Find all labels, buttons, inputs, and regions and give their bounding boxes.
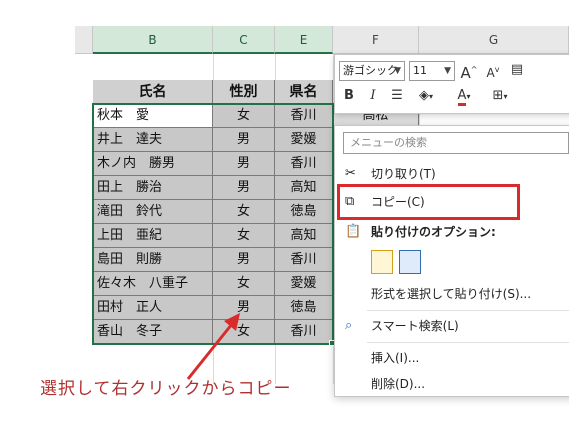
chevron-down-icon: ▼ — [444, 66, 451, 76]
format-painter-icon: ▤ — [510, 62, 524, 77]
align-center-button[interactable]: ☰ — [387, 87, 407, 105]
font-name-value: 游ゴシック — [343, 64, 398, 77]
font-name-select[interactable]: 游ゴシック ▼ — [339, 61, 405, 81]
italic-button[interactable]: I — [363, 87, 383, 105]
menu-divider — [367, 310, 569, 311]
header-gender[interactable]: 性別 — [213, 80, 275, 104]
scissors-icon: ✂ — [345, 166, 356, 181]
fill-color-icon: ◈ — [418, 88, 429, 103]
borders-icon: ⊞ — [492, 88, 504, 103]
annotation-arrow — [186, 313, 240, 380]
column-header-e[interactable]: E — [275, 26, 333, 54]
copy-highlight-box — [337, 184, 520, 220]
shrink-font-icon: A — [486, 66, 495, 80]
menu-search-input[interactable]: メニューの検索 — [343, 132, 569, 154]
menu-item-label: 削除(D)... — [371, 377, 426, 391]
column-header-f[interactable]: F — [333, 26, 419, 54]
menu-item-label: スマート検索(L) — [371, 319, 459, 333]
paste-picture-button[interactable] — [399, 250, 421, 274]
column-header-b[interactable]: B — [93, 26, 213, 54]
menu-item-paste-special[interactable]: 形式を選択して貼り付け(S)... — [335, 280, 569, 308]
grow-font-icon: A — [460, 64, 471, 82]
fill-color-button[interactable]: ◈▾ — [411, 87, 441, 106]
menu-item-label: 貼り付けのオプション: — [371, 225, 496, 239]
format-painter-button[interactable]: ▤ — [507, 61, 527, 79]
column-header-c[interactable]: C — [213, 26, 275, 54]
chevron-down-icon: ▼ — [394, 66, 401, 76]
annotation-caption: 選択して右クリックからコピー — [40, 379, 292, 399]
font-size-value: 11 — [413, 64, 427, 77]
column-header-corner — [75, 26, 93, 54]
borders-button[interactable]: ⊞▾ — [485, 87, 515, 106]
font-size-select[interactable]: 11 ▼ — [409, 61, 455, 81]
menu-item-label: 形式を選択して貼り付け(S)... — [371, 287, 532, 301]
mini-toolbar: 游ゴシック ▼ 11 ▼ A^ Av ▤ B I ☰ ◈▾ A▾ ⊞▾ — [334, 54, 569, 114]
menu-item-paste-options: 📋 貼り付けのオプション: — [335, 218, 569, 246]
menu-item-delete[interactable]: 削除(D)... — [335, 370, 569, 398]
menu-item-label: 挿入(I)... — [371, 351, 420, 365]
font-color-button[interactable]: A▾ — [449, 87, 479, 106]
header-name[interactable]: 氏名 — [93, 80, 213, 104]
bold-button[interactable]: B — [339, 87, 359, 105]
menu-item-insert[interactable]: 挿入(I)... — [335, 344, 569, 372]
search-icon: ⌕ — [345, 318, 353, 333]
column-header-g[interactable]: G — [419, 26, 569, 54]
context-menu: メニューの検索 ✂ 切り取り(T) ⧉ コピー(C) 📋 貼り付けのオプション:… — [334, 125, 569, 397]
menu-item-smart-lookup[interactable]: ⌕ スマート検索(L) — [335, 312, 569, 340]
menu-divider — [367, 342, 569, 343]
grow-font-button[interactable]: A^ — [459, 61, 479, 82]
excel-window: B C E F G 氏名 性別 県名 秋本 愛 女 香川 高松 井上 達夫 男 … — [0, 0, 569, 427]
header-prefecture[interactable]: 県名 — [275, 80, 333, 104]
shrink-font-button[interactable]: Av — [483, 61, 503, 82]
paste-button[interactable] — [371, 250, 393, 274]
align-center-icon: ☰ — [391, 88, 403, 103]
paste-icon: 📋 — [345, 224, 362, 239]
